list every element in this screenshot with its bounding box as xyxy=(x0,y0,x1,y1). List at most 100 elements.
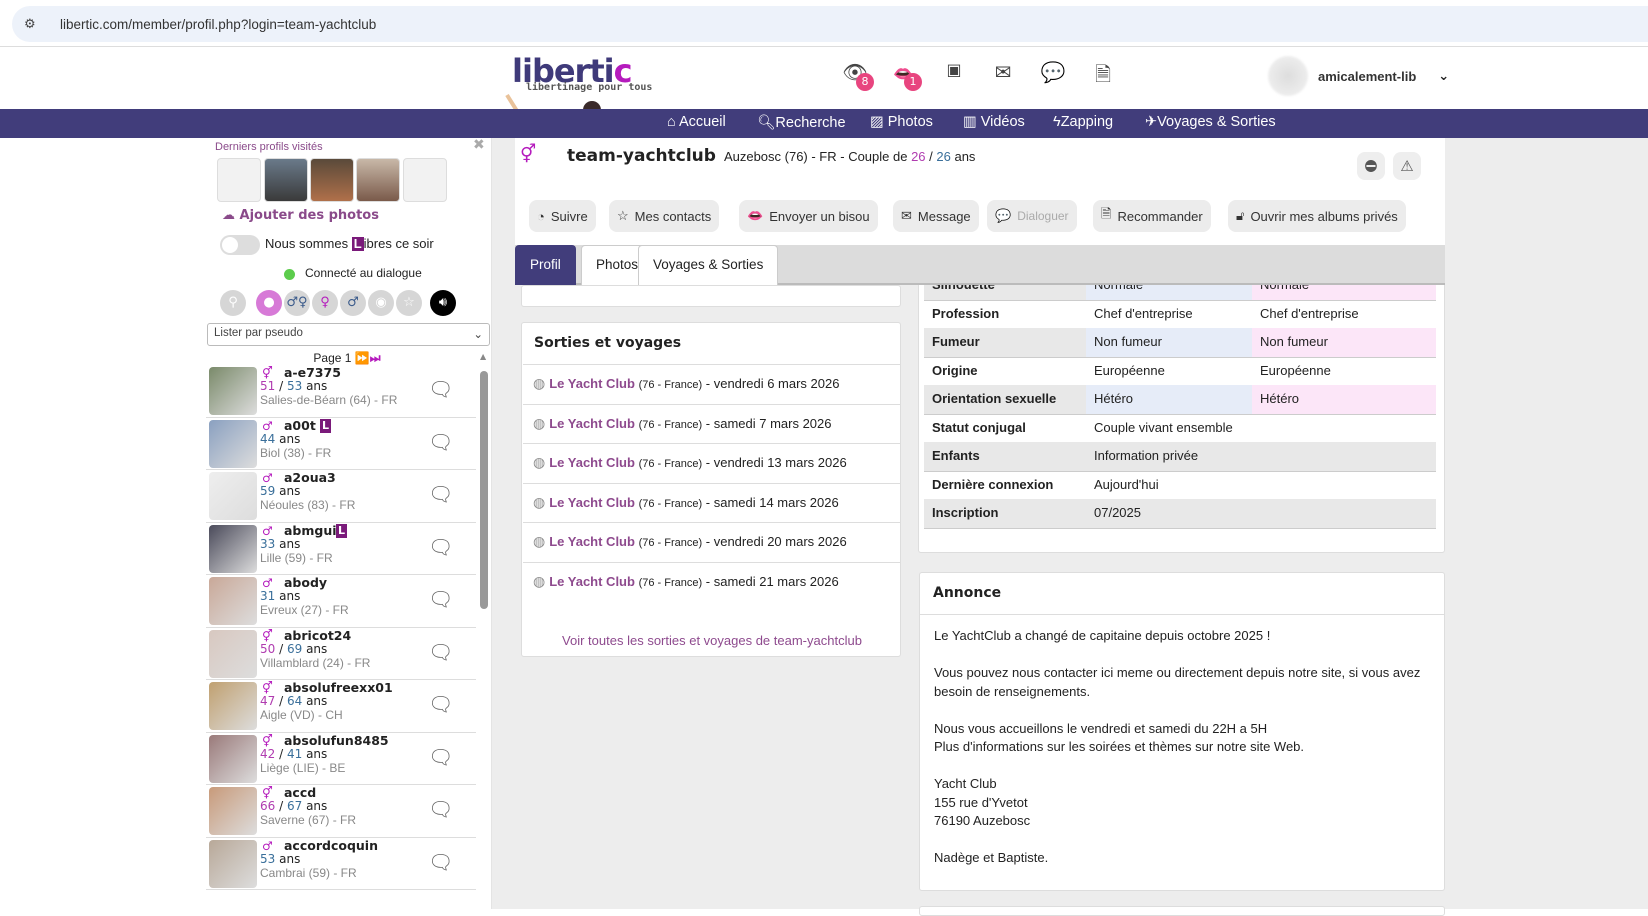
member-photo[interactable] xyxy=(209,734,257,783)
member-list-item[interactable]: ⚥ absolufun8485 42 / 41 ans Liège (LIE) - B… xyxy=(206,733,476,785)
message-button[interactable]: ✉ Message xyxy=(893,200,979,232)
chat-icon[interactable]: 🗨 xyxy=(428,430,453,454)
member-name[interactable]: abody xyxy=(284,575,327,590)
sort-select[interactable]: Lister par pseudo ⌄ xyxy=(207,323,490,346)
tab-voyages-sorties[interactable]: Voyages & Sorties xyxy=(638,245,779,285)
see-all-sorties-link[interactable]: Voir toutes les sorties et voyages de te… xyxy=(522,633,902,648)
recommend-button[interactable]: 🗎 Recommander xyxy=(1093,200,1211,232)
member-photo[interactable] xyxy=(209,524,257,573)
dialog-button[interactable]: 💬 Dialoguer xyxy=(987,200,1077,232)
open-albums-button[interactable]: 🔓︎ Ouvrir mes albums privés xyxy=(1228,200,1406,232)
chat-icon[interactable]: 🗨 xyxy=(428,482,453,506)
member-list-item[interactable]: ⚥ absolufreexx01 47 / 64 ans Aigle (VD) - C… xyxy=(206,680,476,733)
recent-profile-thumb[interactable] xyxy=(310,158,354,202)
sound-icon[interactable]: 🔊︎ xyxy=(430,290,456,316)
nav-photos[interactable]: ▨ Photos xyxy=(870,114,933,130)
site-settings-icon[interactable]: ⚙ xyxy=(24,17,46,32)
member-list-item[interactable]: ⚥ accd 66 / 67 ans Saverne (67) - FR 🗨 xyxy=(206,785,476,838)
member-name[interactable]: accd xyxy=(284,785,316,800)
member-list-item[interactable]: ♂ accordcoquin 53 ans Cambrai (59) - FR 🗨 xyxy=(206,838,476,890)
nav-videos[interactable]: ▥ Vidéos xyxy=(963,114,1025,130)
sortie-place-link[interactable]: Le Yacht Club xyxy=(549,495,635,510)
filter-search-icon[interactable]: ⚲ xyxy=(220,290,246,316)
member-name[interactable]: abricot24 xyxy=(284,628,351,643)
chat-icon[interactable]: 🗨 xyxy=(428,535,453,559)
scroll-up-arrow[interactable]: ▲ xyxy=(480,352,486,361)
chat-icon[interactable]: 🗨 xyxy=(428,692,453,716)
filter-man-icon[interactable]: ♂ xyxy=(340,290,366,316)
filter-rss-icon[interactable]: ◉ xyxy=(368,290,394,316)
block-button[interactable]: ⛔︎ xyxy=(1357,152,1385,180)
filter-all-icon[interactable]: ● xyxy=(256,290,282,316)
recent-profile-thumb[interactable] xyxy=(403,158,447,202)
member-list-item[interactable]: ♂ a00t L 44 ans Biol (38) - FR 🗨 xyxy=(206,418,476,470)
user-menu[interactable]: amicalement-lib ⌄ xyxy=(1268,56,1449,96)
next-page-icon[interactable]: ⏩ xyxy=(355,351,370,365)
disco-ball-icon: ◍ xyxy=(533,533,546,549)
profile-name: team-yachtclub xyxy=(567,146,716,166)
nav-voyages[interactable]: ✈Voyages & Sorties xyxy=(1145,114,1276,130)
member-location: Saverne (67) - FR xyxy=(260,813,357,827)
member-photo[interactable] xyxy=(209,577,257,625)
chat-icon[interactable]: 🗨 xyxy=(428,745,453,769)
chat-icon[interactable]: 🗨 xyxy=(428,640,453,664)
member-list-item[interactable]: ⚥ a-e7375 51 / 53 ans Salies-de-Béarn (64) … xyxy=(206,365,476,418)
report-button[interactable]: ⚠ xyxy=(1393,152,1421,180)
last-page-icon[interactable]: ⏭ xyxy=(370,351,381,365)
recent-profile-thumb[interactable] xyxy=(356,158,400,202)
member-list-item[interactable]: ♂ a2oua3 59 ans Néoules (83) - FR 🗨 xyxy=(206,470,476,523)
contacts-button[interactable]: ☆ Mes contacts xyxy=(609,200,720,232)
age-unit: ans xyxy=(279,484,301,498)
chat-icon[interactable]: 🗨 xyxy=(428,587,453,611)
member-photo[interactable] xyxy=(209,367,257,415)
send-kiss-button[interactable]: 👄 Envoyer un bisou xyxy=(739,200,878,232)
tab-profil[interactable]: Profil xyxy=(515,245,576,285)
nav-zapping[interactable]: ϟZapping xyxy=(1053,114,1113,130)
member-name[interactable]: a2oua3 xyxy=(284,470,336,485)
follow-button[interactable]: ◔ Suivre xyxy=(529,200,596,232)
sortie-place-link[interactable]: Le Yacht Club xyxy=(549,376,635,391)
chat-icon[interactable]: 🗨 xyxy=(428,850,453,874)
filter-couple-icon[interactable]: ♂♀ xyxy=(284,290,310,316)
recent-profile-thumb[interactable] xyxy=(264,158,308,202)
filter-star-icon[interactable]: ☆ xyxy=(396,290,422,316)
visits-button[interactable]: 👁 8 xyxy=(842,60,874,91)
member-name[interactable]: abmgui xyxy=(284,523,337,538)
member-photo[interactable] xyxy=(209,839,257,888)
member-photo[interactable] xyxy=(209,787,257,835)
sortie-place-link[interactable]: Le Yacht Club xyxy=(549,455,635,470)
chat-icon[interactable]: 💬 xyxy=(1040,60,1066,86)
close-icon[interactable]: ✖ xyxy=(473,137,485,153)
member-name[interactable]: a00t xyxy=(284,418,316,433)
member-photo[interactable] xyxy=(209,629,257,678)
member-photo[interactable] xyxy=(209,472,257,520)
sortie-place-link[interactable]: Le Yacht Club xyxy=(549,416,635,431)
nav-recherche[interactable]: 🔍︎Recherche xyxy=(757,114,846,131)
member-name[interactable]: accordcoquin xyxy=(284,838,378,853)
recent-profile-thumb[interactable] xyxy=(217,158,261,202)
sortie-place-link[interactable]: Le Yacht Club xyxy=(549,534,635,549)
member-list-item[interactable]: ⚥ abricot24 50 / 69 ans Villamblard (24) - … xyxy=(206,628,476,680)
member-name[interactable]: a-e7375 xyxy=(284,365,341,380)
document-icon[interactable]: 🗎 xyxy=(1090,60,1116,86)
sortie-place-link[interactable]: Le Yacht Club xyxy=(549,574,635,589)
kisses-button[interactable]: 👄 1 xyxy=(890,60,922,91)
add-photos-link[interactable]: ☁ Ajouter des photos xyxy=(222,208,379,223)
member-list-item[interactable]: ♂ abody 31 ans Evreux (27) - FR 🗨 xyxy=(206,575,476,628)
nav-accueil[interactable]: ⌂ Accueil xyxy=(667,114,726,130)
chat-icon[interactable]: 🗨 xyxy=(428,797,453,821)
mail-icon[interactable]: ✉ xyxy=(990,60,1016,86)
annonce-paragraph: Yacht Club 155 rue d'Yvetot 76190 Auzebosc xyxy=(934,775,1434,831)
address-bar[interactable]: ⚙ libertic.com/member/profil.php?login=t… xyxy=(12,6,1648,42)
member-photo[interactable] xyxy=(209,419,257,468)
member-name[interactable]: absolufun8485 xyxy=(284,733,389,748)
chat-icon[interactable]: 🗨 xyxy=(428,377,453,401)
filter-woman-icon[interactable]: ♀ xyxy=(312,290,338,316)
photo-heart-icon[interactable]: ▣ xyxy=(941,60,967,86)
member-name[interactable]: absolufreexx01 xyxy=(284,680,393,695)
member-photo[interactable] xyxy=(209,682,257,730)
scrollbar[interactable] xyxy=(480,371,488,609)
libres-toggle[interactable] xyxy=(220,235,260,255)
url-text[interactable]: libertic.com/member/profil.php?login=tea… xyxy=(60,17,376,32)
member-list-item[interactable]: ♂ abmgui L 33 ans Lille (59) - FR 🗨 xyxy=(206,523,476,575)
